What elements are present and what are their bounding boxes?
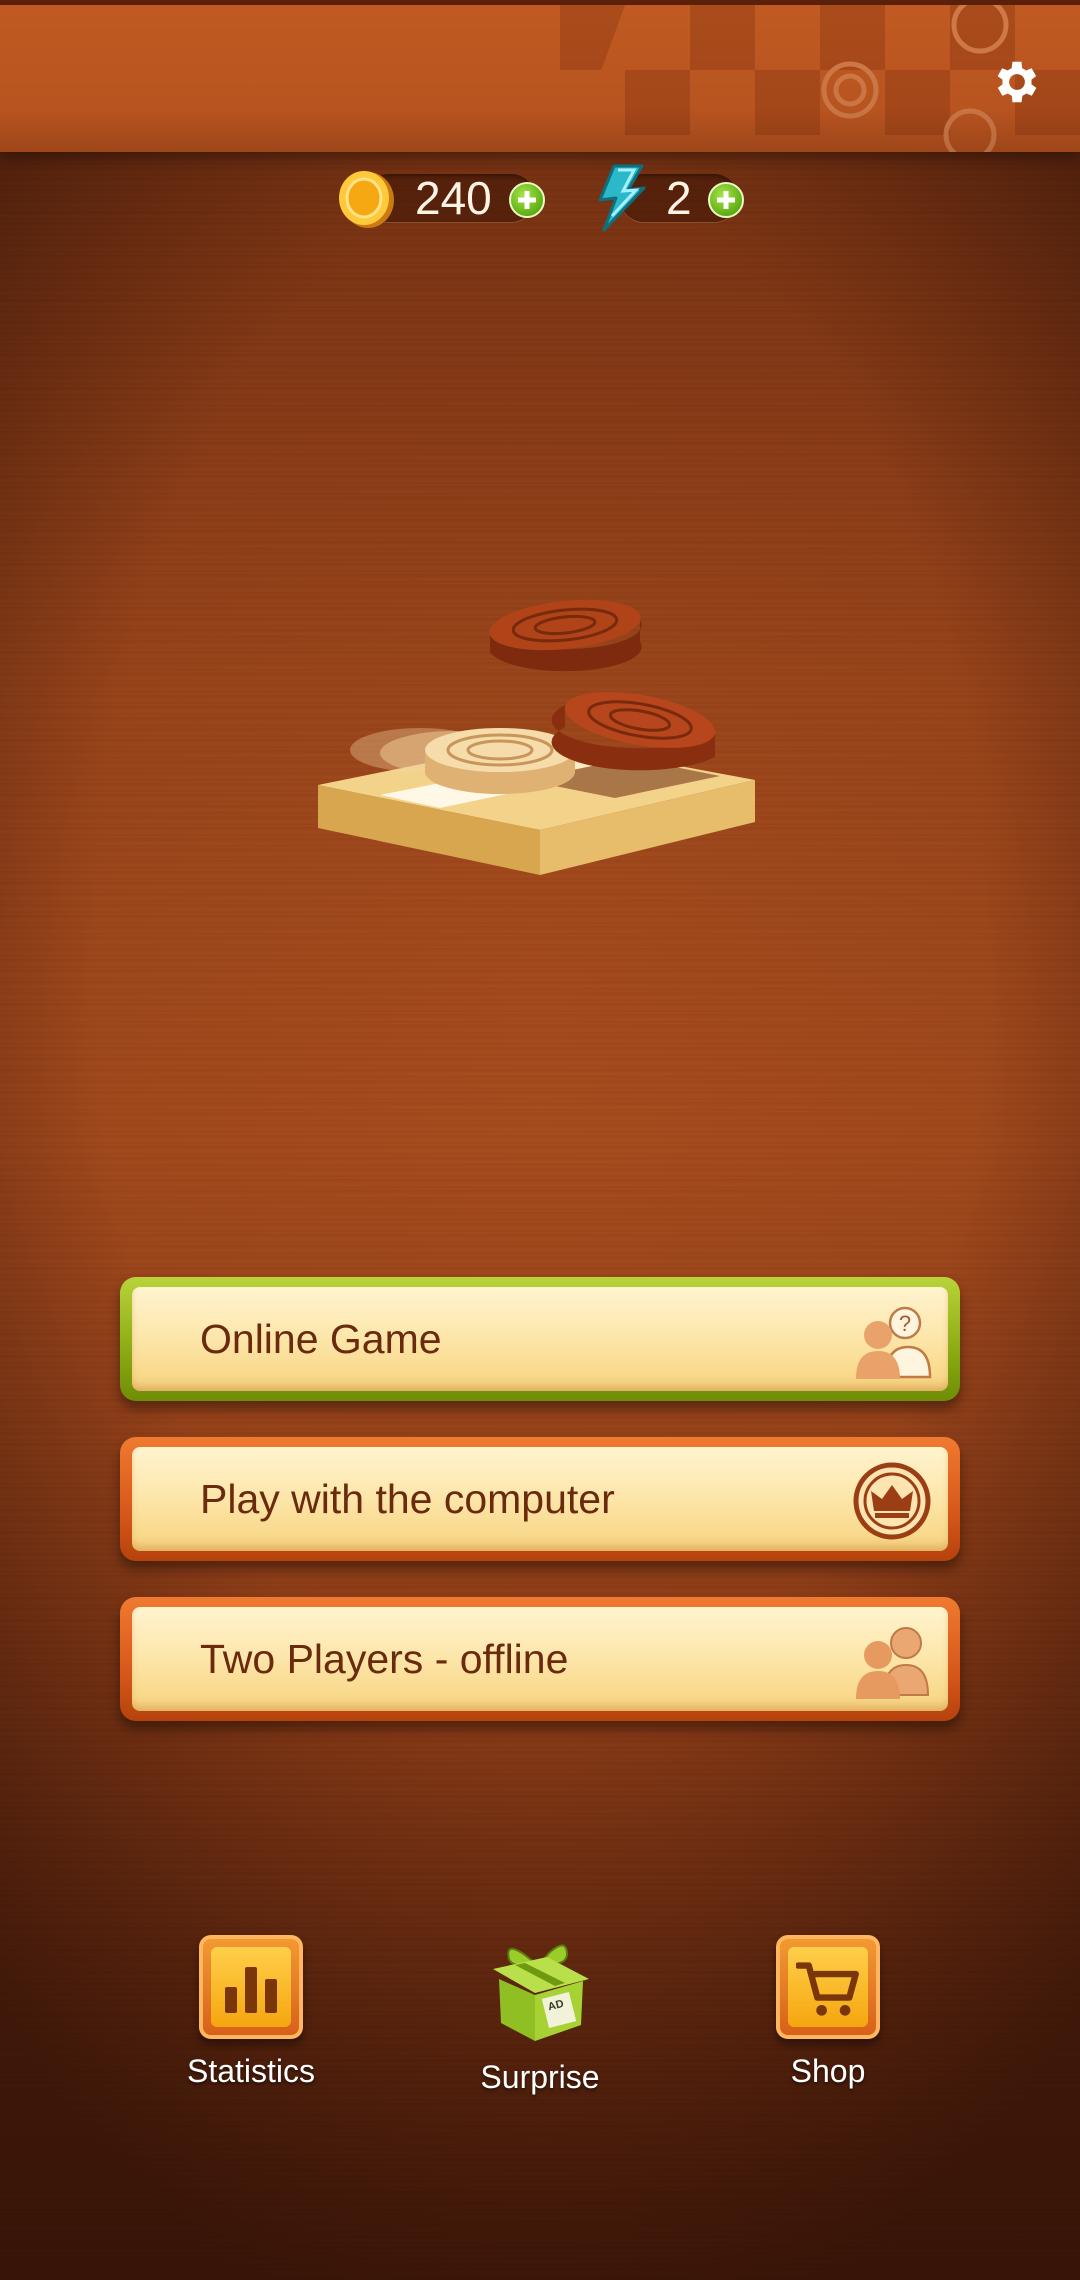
- shop-button[interactable]: Shop: [718, 1935, 938, 2090]
- play-computer-button[interactable]: Play with the computer: [120, 1437, 960, 1561]
- two-players-button-face: Two Players - offline: [132, 1607, 948, 1711]
- coin-icon: [339, 171, 394, 228]
- add-energy-button[interactable]: [708, 182, 744, 218]
- shop-label: Shop: [790, 2053, 866, 2089]
- two-players-button[interactable]: Two Players - offline: [120, 1597, 960, 1721]
- checkers-logo: [318, 599, 755, 875]
- crown-icon: [853, 1462, 931, 1540]
- lightning-icon: [598, 164, 646, 232]
- two-players-icon: [856, 1627, 930, 1699]
- cart-icon: [776, 1935, 880, 2039]
- main-menu-screen: 240 2 Online Game ? Play with the comput…: [0, 0, 1080, 2280]
- svg-text:?: ?: [899, 1311, 911, 1336]
- surprise-label: Surprise: [480, 2059, 600, 2095]
- top-bar: [0, 0, 1080, 152]
- two-players-label: Two Players - offline: [200, 1636, 569, 1682]
- statistics-label: Statistics: [186, 2053, 316, 2089]
- surprise-button[interactable]: AD Surprise: [430, 1935, 650, 2096]
- coins-value: 240: [415, 172, 492, 224]
- play-computer-button-face: Play with the computer: [132, 1447, 948, 1551]
- energy-counter: 2: [590, 164, 760, 232]
- gear-icon[interactable]: [990, 55, 1044, 109]
- gift-icon: AD: [493, 1944, 589, 2041]
- online-game-label: Online Game: [200, 1316, 442, 1362]
- online-game-button-face: Online Game ?: [132, 1287, 948, 1391]
- online-game-button[interactable]: Online Game ?: [120, 1277, 960, 1401]
- play-computer-label: Play with the computer: [200, 1476, 615, 1522]
- energy-value: 2: [666, 172, 692, 224]
- coins-counter: 240: [335, 168, 555, 228]
- statistics-button[interactable]: Statistics: [141, 1935, 361, 2090]
- players-question-icon: ?: [856, 1306, 932, 1379]
- bar-chart-icon: [199, 1935, 303, 2039]
- add-coins-button[interactable]: [509, 182, 545, 218]
